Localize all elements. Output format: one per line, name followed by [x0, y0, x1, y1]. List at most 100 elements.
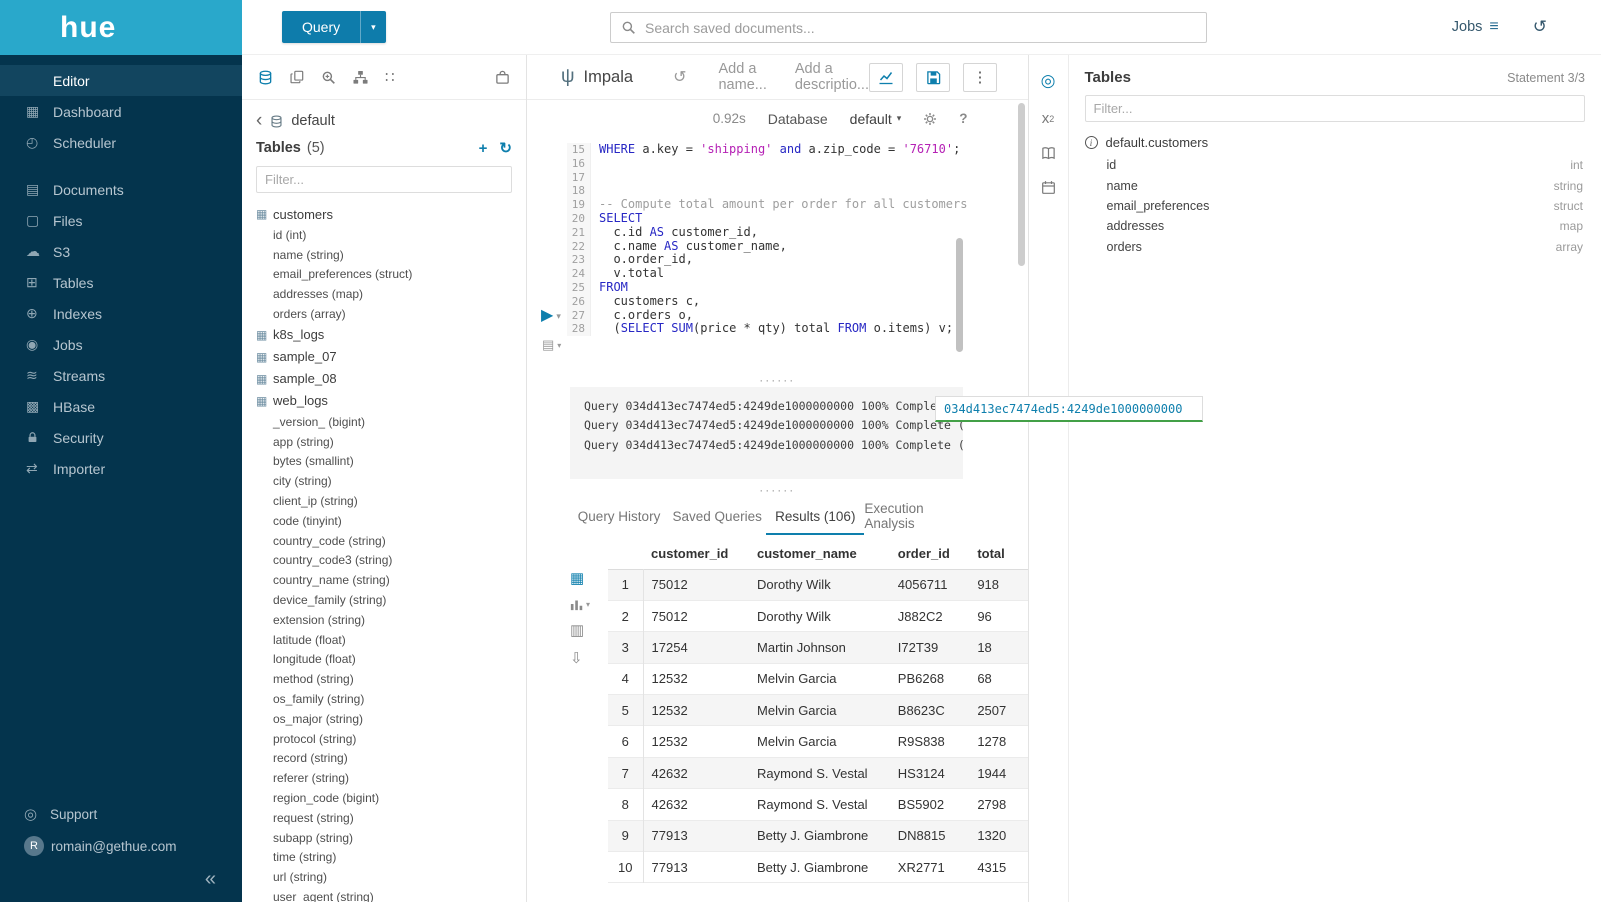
- sidebar-item-indexes[interactable]: ⊕Indexes: [0, 298, 242, 329]
- sidebar-item-s3[interactable]: ☁S3: [0, 236, 242, 267]
- help-icon[interactable]: ?: [959, 111, 967, 126]
- grid-icon[interactable]: ▦: [570, 569, 584, 587]
- editor-scrollbar[interactable]: [956, 238, 963, 352]
- save-button[interactable]: [916, 63, 950, 92]
- column-row-name[interactable]: namestring: [1085, 175, 1586, 195]
- column-header-order_id[interactable]: order_id: [890, 539, 970, 569]
- bag-icon[interactable]: [495, 70, 510, 85]
- sidebar-item-support[interactable]: ◎ Support: [0, 798, 242, 830]
- table-item-k8s_logs[interactable]: ▦k8s_logs: [242, 324, 526, 346]
- tab-saved-queries[interactable]: Saved Queries: [668, 499, 766, 535]
- column-item[interactable]: bytes (smallint): [242, 452, 526, 472]
- download-icon[interactable]: ⇩: [570, 649, 583, 667]
- column-item[interactable]: id (int): [242, 225, 526, 245]
- column-item[interactable]: code (tinyint): [242, 511, 526, 531]
- table-item-sample_07[interactable]: ▦sample_07: [242, 346, 526, 368]
- tab-execution-analysis[interactable]: Execution Analysis: [864, 499, 962, 535]
- column-item[interactable]: url (string): [242, 867, 526, 887]
- column-item[interactable]: country_code (string): [242, 531, 526, 551]
- engine-selector[interactable]: ψ Impala: [561, 66, 633, 88]
- apps-icon[interactable]: ∷: [385, 68, 395, 86]
- active-table-item[interactable]: i default.customers: [1085, 135, 1586, 150]
- column-item[interactable]: user_agent (string): [242, 887, 526, 902]
- query-name-field[interactable]: Add a name...: [718, 61, 766, 93]
- column-item[interactable]: device_family (string): [242, 590, 526, 610]
- assist-filter-input[interactable]: [256, 166, 512, 193]
- query-id-overlay[interactable]: 034d413ec7474ed5:4249de1000000000: [935, 396, 1203, 422]
- chart-button[interactable]: [869, 63, 903, 92]
- run-query-button[interactable]: ▶ ▾: [541, 308, 561, 324]
- column-item[interactable]: addresses (map): [242, 284, 526, 304]
- column-item[interactable]: request (string): [242, 808, 526, 828]
- add-table-icon[interactable]: +: [479, 140, 488, 157]
- new-query-button[interactable]: Query ▾: [282, 11, 386, 43]
- tab-query-history[interactable]: Query History: [570, 499, 668, 535]
- column-header-customer_id[interactable]: customer_id: [643, 539, 749, 569]
- columns-icon[interactable]: ▥: [570, 621, 584, 639]
- column-item[interactable]: region_code (bigint): [242, 788, 526, 808]
- more-actions-button[interactable]: ⋮: [963, 63, 997, 92]
- sidebar-item-editor[interactable]: Editor: [0, 65, 242, 96]
- resize-handle-top[interactable]: [527, 369, 1028, 385]
- table-item-sample_08[interactable]: ▦sample_08: [242, 368, 526, 390]
- sidebar-item-tables[interactable]: ⊞Tables: [0, 267, 242, 298]
- table-item-web_logs[interactable]: ▦web_logs: [242, 390, 526, 412]
- search-input[interactable]: [645, 20, 1196, 36]
- column-header-customer_name[interactable]: customer_name: [749, 539, 890, 569]
- column-item[interactable]: extension (string): [242, 610, 526, 630]
- right-filter-input[interactable]: [1085, 95, 1586, 122]
- column-item[interactable]: referer (string): [242, 768, 526, 788]
- database-select[interactable]: default ▾: [850, 111, 902, 127]
- chart-picker-icon[interactable]: ▾: [570, 597, 590, 611]
- language-reference-icon[interactable]: [1041, 146, 1056, 161]
- panel-scrollbar[interactable]: [1018, 103, 1025, 266]
- sidebar-item-documents[interactable]: ▤Documents: [0, 174, 242, 205]
- history-icon[interactable]: ↺: [1533, 17, 1547, 37]
- column-item[interactable]: orders (array): [242, 304, 526, 324]
- column-item[interactable]: country_name (string): [242, 570, 526, 590]
- column-item[interactable]: latitude (float): [242, 630, 526, 650]
- sidebar-item-security[interactable]: Security: [0, 422, 242, 453]
- column-item[interactable]: app (string): [242, 432, 526, 452]
- tab-results-106-[interactable]: Results (106): [766, 499, 864, 535]
- column-item[interactable]: name (string): [242, 245, 526, 265]
- column-item[interactable]: time (string): [242, 848, 526, 868]
- breadcrumb-database[interactable]: default: [291, 113, 335, 129]
- settings-gear-icon[interactable]: [923, 112, 937, 126]
- table-item-customers[interactable]: ▦customers: [242, 203, 526, 225]
- sidebar-item-user[interactable]: R romain@gethue.com: [0, 830, 242, 862]
- column-item[interactable]: longitude (float): [242, 650, 526, 670]
- column-row-email_preferences[interactable]: email_preferencesstruct: [1085, 196, 1586, 216]
- column-item[interactable]: record (string): [242, 749, 526, 769]
- jobs-link[interactable]: Jobs ≡: [1452, 18, 1499, 36]
- back-chevron-icon[interactable]: ‹: [256, 114, 262, 128]
- sidebar-item-scheduler[interactable]: ◴Scheduler: [0, 127, 242, 158]
- column-item[interactable]: protocol (string): [242, 729, 526, 749]
- databases-icon[interactable]: [258, 70, 273, 85]
- column-header-total[interactable]: total: [969, 539, 1027, 569]
- query-history-icon[interactable]: ↺: [673, 67, 686, 87]
- run-options-caret[interactable]: ▾: [556, 311, 561, 322]
- sidebar-collapse-button[interactable]: «: [0, 868, 242, 890]
- column-item[interactable]: city (string): [242, 471, 526, 491]
- resize-handle-bottom[interactable]: [527, 479, 1028, 495]
- hue-logo[interactable]: hue: [0, 0, 242, 55]
- column-item[interactable]: method (string): [242, 669, 526, 689]
- sitemap-icon[interactable]: [353, 70, 368, 85]
- document-search[interactable]: [610, 12, 1207, 43]
- sidebar-item-jobs[interactable]: ◉Jobs: [0, 329, 242, 360]
- column-row-id[interactable]: idint: [1085, 155, 1586, 175]
- sidebar-item-hbase[interactable]: ▩HBase: [0, 391, 242, 422]
- sidebar-item-importer[interactable]: ⇄Importer: [0, 453, 242, 484]
- column-row-addresses[interactable]: addressesmap: [1085, 216, 1586, 236]
- sidebar-item-files[interactable]: ▢Files: [0, 205, 242, 236]
- column-item[interactable]: os_major (string): [242, 709, 526, 729]
- functions-icon[interactable]: x2: [1042, 110, 1055, 127]
- column-item[interactable]: country_code3 (string): [242, 551, 526, 571]
- query-description-field[interactable]: Add a descriptio...: [795, 61, 869, 93]
- zoom-icon[interactable]: [321, 70, 336, 85]
- column-item[interactable]: client_ip (string): [242, 491, 526, 511]
- sidebar-item-streams[interactable]: ≋Streams: [0, 360, 242, 391]
- query-button-label[interactable]: Query: [282, 11, 360, 43]
- refresh-icon[interactable]: ↻: [499, 139, 512, 157]
